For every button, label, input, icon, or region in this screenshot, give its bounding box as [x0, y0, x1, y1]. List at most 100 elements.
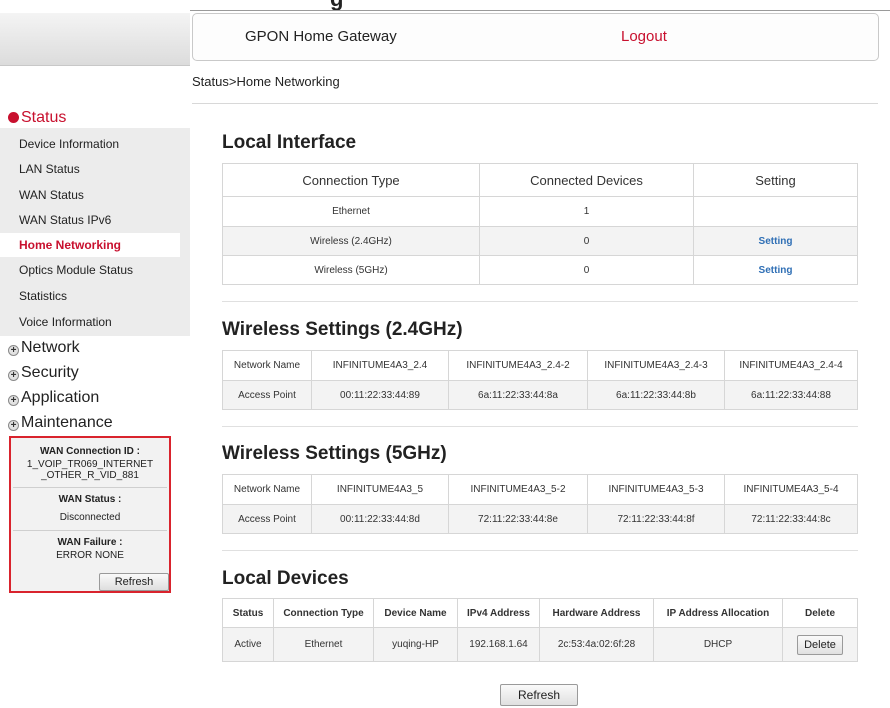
sidebar-item-device-information[interactable]: Device Information: [0, 132, 180, 156]
table-cell: 0: [479, 226, 694, 256]
table-cell: Ethernet: [273, 627, 374, 662]
table-cell: 72:11:22:33:44:8c: [724, 504, 858, 534]
nav-section-label: Application: [21, 389, 100, 406]
table-cell: 1: [479, 196, 694, 227]
table-cell: Ethernet: [222, 196, 480, 227]
table-row: Network Name INFINITUME4A3_5 INFINITUME4…: [222, 474, 858, 505]
table-cell: INFINITUME4A3_2.4: [311, 350, 449, 381]
minus-bullet-icon: [8, 112, 19, 123]
section-divider: [222, 426, 858, 427]
sidebar-item-voice-information[interactable]: Voice Information: [0, 310, 180, 334]
table-cell: Active: [222, 627, 274, 662]
page-refresh-button[interactable]: Refresh: [500, 684, 578, 706]
wan-failure-value: ERROR NONE: [56, 550, 124, 561]
nav-section-status[interactable]: Status: [0, 107, 66, 129]
table-header-row: Status Connection Type Device Name IPv4 …: [222, 598, 858, 628]
nav-section-label: Network: [21, 339, 80, 356]
nav-section-label: Status: [21, 109, 67, 126]
column-header: Connection Type: [222, 163, 480, 197]
table-cell: INFINITUME4A3_2.4-3: [587, 350, 725, 381]
delete-device-button[interactable]: Delete: [797, 634, 843, 655]
table-cell: INFINITUME4A3_5-3: [587, 474, 725, 505]
plus-bullet-icon: +: [8, 395, 19, 406]
column-header: Delete: [782, 598, 858, 628]
wan-status-value: Disconnected: [59, 512, 121, 523]
wan-failure-label: WAN Failure :: [57, 537, 123, 548]
column-header: Connected Devices: [479, 163, 694, 197]
top-rule: [190, 10, 890, 11]
table-cell: yuqing-HP: [373, 627, 458, 662]
local-interface-table: Connection Type Connected Devices Settin…: [222, 163, 858, 285]
section-divider: [222, 301, 858, 302]
nav-section-network[interactable]: + Network: [0, 337, 80, 359]
column-header: IPv4 Address: [457, 598, 540, 628]
row-label: Network Name: [222, 350, 312, 381]
table-cell: Setting: [693, 226, 858, 256]
table-cell: 0: [479, 255, 694, 285]
column-header: Setting: [693, 163, 858, 197]
column-header: Connection Type: [273, 598, 374, 628]
sidebar-item-statistics[interactable]: Statistics: [0, 284, 180, 308]
table-cell: Wireless (2.4GHz): [222, 226, 480, 256]
table-row: Ethernet 1: [222, 196, 858, 227]
wan-connection-id-line1: 1_VOIP_TR069_INTERNET: [26, 459, 154, 470]
table-cell: 6a:11:22:33:44:8a: [448, 380, 588, 410]
section-divider: [222, 550, 858, 551]
wan-info-panel: WAN Connection ID : 1_VOIP_TR069_INTERNE…: [9, 436, 171, 593]
column-header: Hardware Address: [539, 598, 654, 628]
sidebar-item-wan-status-ipv6[interactable]: WAN Status IPv6: [0, 208, 180, 232]
wireless-5-title: Wireless Settings (5GHz): [222, 443, 447, 464]
table-row: Wireless (5GHz) 0 Setting: [222, 255, 858, 285]
column-header: Device Name: [373, 598, 458, 628]
app-title: GPON Home Gateway: [245, 28, 397, 45]
table-cell: INFINITUME4A3_5-4: [724, 474, 858, 505]
table-cell: DHCP: [653, 627, 783, 662]
wireless-5-table: Network Name INFINITUME4A3_5 INFINITUME4…: [222, 474, 858, 534]
wireless-24-table: Network Name INFINITUME4A3_2.4 INFINITUM…: [222, 350, 858, 410]
nav-section-maintenance[interactable]: + Maintenance: [0, 412, 113, 434]
table-cell: INFINITUME4A3_5-2: [448, 474, 588, 505]
plus-bullet-icon: +: [8, 420, 19, 431]
table-cell: 192.168.1.64: [457, 627, 540, 662]
nav-section-application[interactable]: + Application: [0, 387, 99, 409]
nav-section-security[interactable]: + Security: [0, 362, 79, 384]
wan-connection-id-line2: _OTHER_R_VID_881: [41, 470, 139, 481]
top-strip: g: [0, 0, 890, 14]
local-devices-title: Local Devices: [222, 568, 349, 589]
sidebar-item-optics-module-status[interactable]: Optics Module Status: [0, 258, 180, 282]
setting-link-wireless-24[interactable]: Setting: [759, 236, 793, 247]
table-cell: 6a:11:22:33:44:88: [724, 380, 858, 410]
local-interface-title: Local Interface: [222, 132, 357, 153]
wan-status-label: WAN Status :: [58, 494, 122, 505]
row-label: Access Point: [222, 504, 312, 534]
nav-section-label: Maintenance: [21, 414, 113, 431]
sidebar-header: [0, 13, 190, 66]
table-cell: [693, 196, 858, 227]
column-header: IP Address Allocation: [653, 598, 783, 628]
wan-connection-id-label: WAN Connection ID :: [40, 446, 140, 457]
table-row: Wireless (2.4GHz) 0 Setting: [222, 226, 858, 256]
breadcrumb: Status>Home Networking: [192, 74, 340, 89]
table-cell: Setting: [693, 255, 858, 285]
table-cell: 72:11:22:33:44:8e: [448, 504, 588, 534]
table-row: Access Point 00:11:22:33:44:89 6a:11:22:…: [222, 380, 858, 410]
table-cell: INFINITUME4A3_2.4-4: [724, 350, 858, 381]
table-cell: 6a:11:22:33:44:8b: [587, 380, 725, 410]
table-header-row: Connection Type Connected Devices Settin…: [222, 163, 858, 197]
wan-divider: [13, 487, 167, 488]
table-row: Access Point 00:11:22:33:44:8d 72:11:22:…: [222, 504, 858, 534]
breadcrumb-divider: [192, 103, 878, 104]
plus-bullet-icon: +: [8, 345, 19, 356]
local-devices-table: Status Connection Type Device Name IPv4 …: [222, 598, 858, 662]
table-cell: Wireless (5GHz): [222, 255, 480, 285]
logout-link[interactable]: Logout: [621, 28, 667, 45]
table-cell: INFINITUME4A3_5: [311, 474, 449, 505]
sidebar-item-wan-status[interactable]: WAN Status: [0, 183, 180, 207]
wan-divider: [13, 530, 167, 531]
sidebar-item-lan-status[interactable]: LAN Status: [0, 157, 180, 181]
wan-refresh-button[interactable]: Refresh: [99, 573, 169, 591]
sidebar-item-home-networking[interactable]: Home Networking: [0, 233, 180, 257]
row-label: Network Name: [222, 474, 312, 505]
setting-link-wireless-5[interactable]: Setting: [759, 265, 793, 276]
wireless-24-title: Wireless Settings (2.4GHz): [222, 319, 463, 340]
